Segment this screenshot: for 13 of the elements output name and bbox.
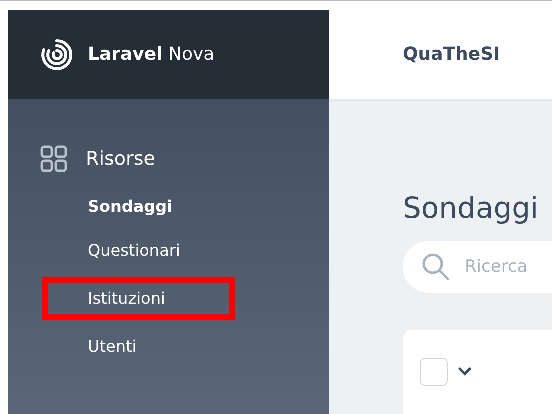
grid-icon: [40, 145, 68, 173]
search-icon: [421, 252, 451, 282]
nav-link[interactable]: Questionari: [88, 241, 180, 260]
select-all-checkbox[interactable]: [420, 358, 448, 386]
section-heading: Risorse: [86, 148, 156, 170]
nav-link[interactable]: Sondaggi: [88, 197, 173, 216]
brand-name: Laravel Nova: [88, 44, 215, 65]
nav-link[interactable]: Utenti: [88, 337, 137, 356]
spiral-logo-icon: [40, 38, 74, 72]
app-title: QuaTheSI: [403, 44, 500, 65]
highlighted-nav-link[interactable]: Istituzioni: [42, 277, 236, 320]
search-field[interactable]: Ricerca: [403, 241, 552, 293]
page-title: Sondaggi: [403, 191, 540, 225]
